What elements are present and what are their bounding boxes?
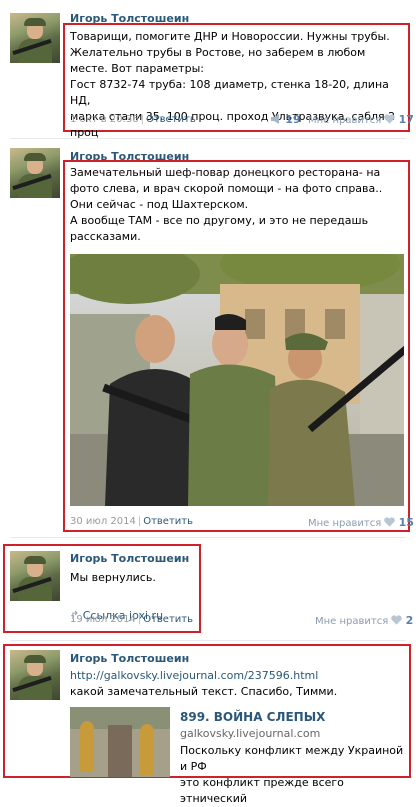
post-date[interactable]: 1 окт в 20:36 (70, 114, 139, 125)
heart-icon (391, 615, 403, 625)
heart-icon (384, 114, 396, 124)
post-meta: 1 окт в 20:36 | Ответить (70, 114, 196, 125)
like-button[interactable]: Мне нравится 15 (308, 516, 414, 529)
author-name[interactable]: Игорь Толстошеин (70, 552, 189, 565)
post-divider (10, 138, 406, 139)
snippet-text: Поскольку конфликт между Украиной и РФ э… (180, 744, 404, 805)
reply-button[interactable]: Ответить (143, 614, 193, 625)
post-text: Замечательный шеф-повар донецкого рестор… (70, 166, 383, 243)
like-button[interactable]: Мне нравится 2 (315, 614, 413, 627)
post-divider (10, 640, 406, 641)
post-meta: 19 июл 2014 | Ответить (70, 614, 194, 625)
post-text: Мы вернулись. (70, 571, 156, 584)
heart-icon (384, 517, 396, 527)
post-date[interactable]: 30 июл 2014 (70, 516, 136, 527)
snippet-site: galkovsky.livejournal.com (180, 727, 321, 740)
author-avatar[interactable] (10, 650, 60, 700)
snippet-image (70, 707, 170, 777)
like-button[interactable]: Мне нравится 17 (308, 113, 414, 126)
post-date[interactable]: 19 июл 2014 (70, 614, 136, 625)
link-snippet-thumbnail[interactable] (70, 707, 170, 777)
author-avatar[interactable] (10, 148, 60, 198)
author-avatar[interactable] (10, 13, 60, 63)
author-name[interactable]: Игорь Толстошеин (70, 652, 189, 665)
reply-button[interactable]: Ответить (146, 114, 196, 125)
post-link-url[interactable]: http://galkovsky.livejournal.com/237596.… (70, 668, 400, 684)
post-meta: 30 июл 2014 | Ответить (70, 516, 194, 527)
post-text: какой замечательный текст. Спасибо, Тимм… (70, 685, 338, 698)
reply-button[interactable]: Ответить (143, 516, 193, 527)
photo-image (70, 254, 404, 506)
post-photo[interactable] (70, 254, 404, 506)
repost-counter[interactable]: 19 (270, 113, 301, 126)
snippet-title[interactable]: 899. ВОЙНА СЛЕПЫХ (180, 710, 325, 724)
post-divider (10, 537, 406, 538)
megaphone-icon (271, 114, 279, 124)
author-avatar[interactable] (10, 551, 60, 601)
